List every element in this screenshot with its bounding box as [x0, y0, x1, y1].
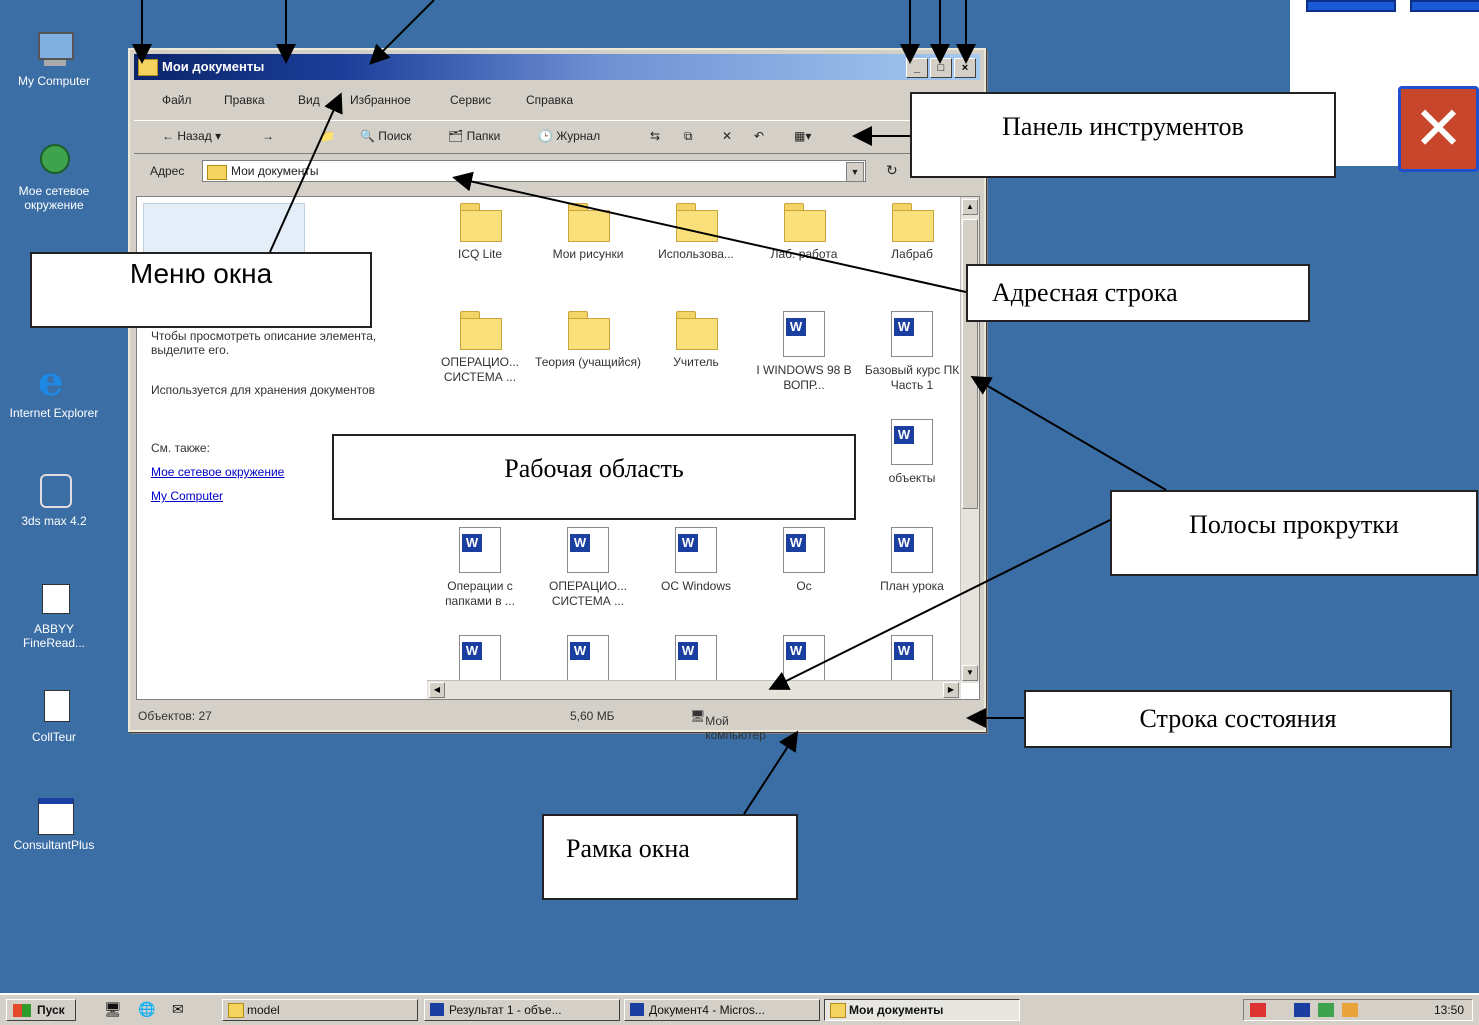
task-label: Документ4 - Micros... [649, 1003, 765, 1017]
desktop-quicklaunch-icon[interactable]: 🖥 [104, 1001, 122, 1018]
volume-icon[interactable] [1342, 1003, 1358, 1017]
arrow-hscroll [768, 519, 1111, 690]
ie-quicklaunch-icon[interactable]: 🌐 [138, 1001, 155, 1018]
taskbar-item-my-documents[interactable]: Мои документы [824, 999, 1020, 1021]
task-label: Результат 1 - объе... [449, 1003, 562, 1017]
folder-icon [830, 1003, 846, 1018]
start-label: Пуск [37, 1003, 65, 1017]
task-label: model [247, 1003, 280, 1017]
arrow-menu [269, 92, 343, 253]
arrow-vscroll [970, 375, 1167, 491]
network-tray-icon[interactable] [1318, 1003, 1334, 1017]
word-icon [630, 1003, 644, 1016]
clock: 13:50 [1433, 1003, 1464, 1017]
arrow-frame [743, 730, 799, 815]
arrow-address [452, 171, 967, 293]
task-label: Мои документы [849, 1003, 944, 1017]
system-tray: 13:50 [1243, 999, 1473, 1021]
folder-icon [228, 1003, 244, 1018]
outlook-quicklaunch-icon[interactable]: ✉ [172, 1001, 184, 1018]
arrow-title-bar [369, 0, 435, 65]
antivirus-icon[interactable] [1250, 1003, 1266, 1017]
language-icon[interactable] [1294, 1003, 1310, 1017]
start-button[interactable]: Пуск [6, 999, 76, 1021]
taskbar-item-document4[interactable]: Документ4 - Micros... [624, 999, 820, 1021]
callout-arrows [132, 0, 1167, 815]
taskbar: Пуск 🖥 🌐 ✉ model Результат 1 - объе... Д… [0, 993, 1479, 1025]
windows-logo-icon [13, 1004, 31, 1017]
taskbar-item-result[interactable]: Результат 1 - объе... [424, 999, 620, 1021]
taskbar-item-model[interactable]: model [222, 999, 418, 1021]
word-icon [430, 1003, 444, 1016]
